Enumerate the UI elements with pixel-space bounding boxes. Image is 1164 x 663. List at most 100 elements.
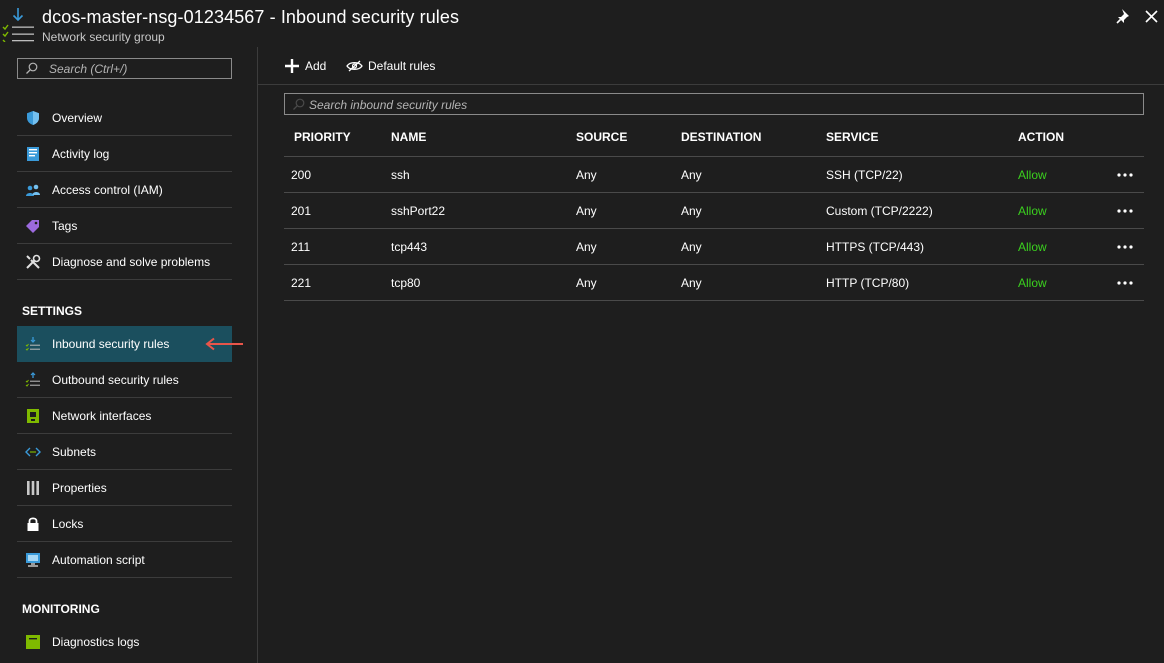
column-header-priority[interactable]: PRIORITY xyxy=(294,130,351,144)
plus-icon xyxy=(285,59,299,73)
cell-name: sshPort22 xyxy=(391,204,446,218)
sidebar-divider xyxy=(257,47,258,663)
cell-priority: 201 xyxy=(291,204,312,218)
diagnostics-icon xyxy=(26,635,40,649)
automation-icon xyxy=(26,553,40,567)
cell-source: Any xyxy=(576,240,597,254)
sidebar-item-network-interfaces[interactable]: Network interfaces xyxy=(17,398,232,434)
blade-header: dcos-master-nsg-01234567 - Inbound secur… xyxy=(0,0,1164,47)
cell-destination: Any xyxy=(681,276,702,290)
hidden-eye-icon xyxy=(346,60,363,72)
default-rules-button[interactable]: Default rules xyxy=(346,57,442,75)
pointer-arrow-icon xyxy=(205,337,243,351)
people-icon xyxy=(26,184,40,196)
table-row[interactable]: 200 ssh Any Any SSH (TCP/22) Allow xyxy=(284,157,1144,193)
cell-priority: 211 xyxy=(291,240,311,254)
sidebar-item-label: Diagnostics logs xyxy=(52,635,140,649)
cell-service: SSH (TCP/22) xyxy=(826,168,903,182)
lock-icon xyxy=(27,517,39,531)
cell-action: Allow xyxy=(1018,204,1047,218)
menu-search-input[interactable]: Search (Ctrl+/) xyxy=(17,58,232,79)
table-row[interactable]: 201 sshPort22 Any Any Custom (TCP/2222) … xyxy=(284,193,1144,229)
cell-service: HTTP (TCP/80) xyxy=(826,276,910,290)
rules-search-input[interactable]: Search inbound security rules xyxy=(284,93,1144,115)
cell-action: Allow xyxy=(1018,276,1047,290)
sidebar-item-label: Access control (IAM) xyxy=(52,183,163,197)
blade-title: dcos-master-nsg-01234567 - Inbound secur… xyxy=(42,7,460,27)
inbound-rules-app-icon xyxy=(2,8,34,42)
toolbar-divider xyxy=(258,84,1164,85)
more-options-icon[interactable] xyxy=(1116,279,1134,287)
default-rules-button-label: Default rules xyxy=(368,59,436,73)
tag-icon xyxy=(26,220,39,233)
activity-log-icon xyxy=(27,147,39,161)
resource-menu: Search (Ctrl+/) Overview Activity log Ac… xyxy=(0,47,258,663)
cell-source: Any xyxy=(576,276,597,290)
sidebar-item-label: Activity log xyxy=(52,147,110,161)
search-icon xyxy=(26,62,38,74)
wrench-icon xyxy=(26,254,41,269)
pin-icon[interactable] xyxy=(1116,8,1132,26)
cell-name: tcp443 xyxy=(391,240,428,254)
properties-icon xyxy=(27,481,39,495)
sidebar-item-access-control[interactable]: Access control (IAM) xyxy=(17,172,232,208)
cell-service: HTTPS (TCP/443) xyxy=(826,240,925,254)
sidebar-item-label: Network interfaces xyxy=(52,409,152,423)
sidebar-item-label: Tags xyxy=(52,219,78,233)
sidebar-item-tags[interactable]: Tags xyxy=(17,208,232,244)
sidebar-item-properties[interactable]: Properties xyxy=(17,470,232,506)
sidebar-item-label: Overview xyxy=(52,111,103,125)
cell-source: Any xyxy=(576,204,597,218)
cell-name: tcp80 xyxy=(391,276,421,290)
cell-destination: Any xyxy=(681,168,702,182)
add-button[interactable]: Add xyxy=(284,57,332,75)
cell-name: ssh xyxy=(391,168,410,182)
sidebar-item-inbound-security-rules[interactable]: Inbound security rules xyxy=(17,326,243,362)
sidebar-item-label: Properties xyxy=(52,481,107,495)
cell-action: Allow xyxy=(1018,168,1047,182)
cell-destination: Any xyxy=(681,204,702,218)
menu-search-placeholder: Search (Ctrl+/) xyxy=(49,62,128,76)
close-icon[interactable] xyxy=(1143,7,1159,25)
cell-service: Custom (TCP/2222) xyxy=(826,204,933,218)
rules-search-placeholder: Search inbound security rules xyxy=(309,98,468,112)
column-header-source[interactable]: SOURCE xyxy=(576,130,627,144)
sidebar-item-overview[interactable]: Overview xyxy=(17,100,232,136)
sidebar-item-label: Subnets xyxy=(52,445,97,459)
column-header-name[interactable]: NAME xyxy=(391,130,426,144)
sidebar-item-outbound-security-rules[interactable]: Outbound security rules xyxy=(17,362,232,398)
sidebar-item-label: Inbound security rules xyxy=(52,337,170,351)
column-header-service[interactable]: SERVICE xyxy=(826,130,878,144)
sidebar-item-activity-log[interactable]: Activity log xyxy=(17,136,232,172)
cell-destination: Any xyxy=(681,240,702,254)
cell-priority: 221 xyxy=(291,276,312,290)
settings-section-label: SETTINGS xyxy=(22,304,83,318)
network-interface-icon xyxy=(27,409,39,423)
sidebar-item-diagnostics-logs[interactable]: Diagnostics logs xyxy=(17,624,232,663)
sidebar-item-diagnose[interactable]: Diagnose and solve problems xyxy=(17,244,232,280)
sidebar-item-label: Locks xyxy=(52,517,84,531)
cell-action: Allow xyxy=(1018,240,1047,254)
outbound-rules-icon xyxy=(25,372,40,387)
shield-icon xyxy=(27,111,39,125)
column-header-destination[interactable]: DESTINATION xyxy=(681,130,761,144)
monitoring-section-label: MONITORING xyxy=(22,602,100,616)
more-options-icon[interactable] xyxy=(1116,243,1134,251)
add-button-label: Add xyxy=(305,59,327,73)
subnets-icon xyxy=(25,447,41,457)
search-icon xyxy=(293,98,305,110)
more-options-icon[interactable] xyxy=(1116,171,1134,179)
column-header-action[interactable]: ACTION xyxy=(1018,130,1064,144)
sidebar-item-label: Outbound security rules xyxy=(52,373,179,387)
cell-source: Any xyxy=(576,168,597,182)
inbound-rules-icon xyxy=(25,337,40,351)
table-row[interactable]: 211 tcp443 Any Any HTTPS (TCP/443) Allow xyxy=(284,229,1144,265)
sidebar-item-automation-script[interactable]: Automation script xyxy=(17,542,232,578)
table-row[interactable]: 221 tcp80 Any Any HTTP (TCP/80) Allow xyxy=(284,265,1144,301)
cell-priority: 200 xyxy=(291,168,312,182)
sidebar-item-label: Diagnose and solve problems xyxy=(52,255,211,269)
sidebar-item-subnets[interactable]: Subnets xyxy=(17,434,232,470)
more-options-icon[interactable] xyxy=(1116,207,1134,215)
blade-subtitle: Network security group xyxy=(42,30,165,44)
sidebar-item-locks[interactable]: Locks xyxy=(17,506,232,542)
